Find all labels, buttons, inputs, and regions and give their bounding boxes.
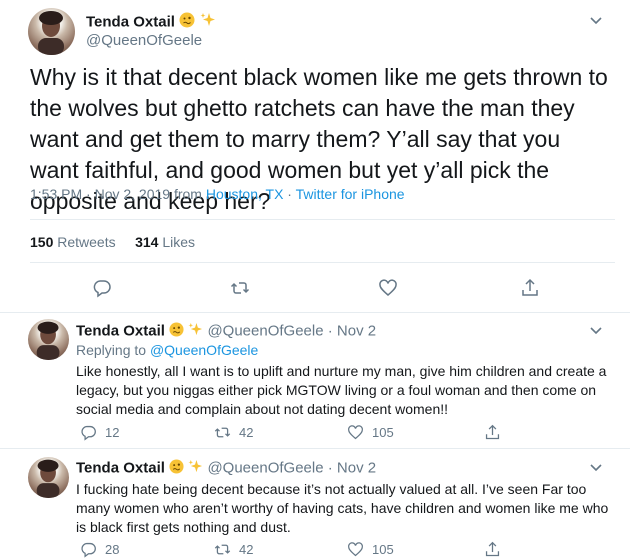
location-link[interactable]: Houston, TX [206,186,284,202]
like-action[interactable]: 105 [347,541,394,558]
replying-to: Replying to @QueenOfGeele [76,342,258,358]
sparkles-emoji [200,12,216,33]
likes-label: Likes [162,234,195,250]
reply-count: 28 [105,542,120,557]
share-action[interactable] [484,541,501,558]
woozy-face-emoji [169,322,184,341]
heart-icon [348,425,363,440]
handle[interactable]: @QueenOfGeele [86,32,202,49]
likes-count: 314 [135,234,159,250]
tweet-stats: 150 Retweets 314 Likes [30,234,195,250]
chevron-down-icon[interactable] [588,12,604,28]
avatar[interactable] [28,457,69,498]
retweets-count: 150 [30,234,54,250]
retweet-icon[interactable] [230,278,250,298]
handle[interactable]: @QueenOfGeele · Nov 2 [207,322,376,339]
reply-text: I fucking hate being decent because it’s… [76,481,609,535]
tweet-meta: 1:53 PM · Nov 2, 2019 from Houston, TX ·… [30,186,405,202]
chevron-down-icon[interactable] [588,322,604,338]
retweet-count: 42 [239,425,254,440]
reply-tweet[interactable]: Tenda Oxtail @QueenOfGeele · Nov 2 I fuc… [0,449,630,558]
retweets-stat[interactable]: 150 Retweets [30,234,116,250]
retweet-count: 42 [239,542,254,557]
retweets-label: Retweets [57,234,116,250]
like-count: 105 [372,425,394,440]
divider [30,219,615,220]
reply-action[interactable]: 12 [80,424,119,441]
share-icon [485,541,500,557]
like-count: 105 [372,542,394,557]
display-name[interactable]: Tenda Oxtail [76,459,165,476]
replying-handle-link[interactable]: @QueenOfGeele [150,342,258,358]
likes-stat[interactable]: 314 Likes [135,234,195,250]
avatar[interactable] [28,8,75,55]
reply-text: Like honestly, all I want is to uplift a… [76,363,607,417]
share-action[interactable] [484,424,501,441]
main-tweet: Tenda Oxtail @QueenOfGeele Why is it tha… [0,0,630,312]
heart-icon [348,542,363,557]
share-icon [485,424,500,440]
share-icon[interactable] [520,278,540,298]
retweet-icon [214,427,231,438]
avatar[interactable] [28,319,69,360]
retweet-icon [214,544,231,555]
divider [30,262,615,263]
reply-icon [81,425,96,441]
like-action[interactable]: 105 [347,424,394,441]
reply-count: 12 [105,425,120,440]
display-name[interactable]: Tenda Oxtail [76,322,165,339]
reply-icon [81,542,96,558]
woozy-face-emoji [179,12,195,33]
source-link[interactable]: Twitter for iPhone [296,186,405,202]
reply-tweet[interactable]: Tenda Oxtail @QueenOfGeele · Nov 2 Reply… [0,313,630,447]
reply-action[interactable]: 28 [80,541,119,558]
woozy-face-emoji [169,459,184,478]
meta-separator: · [283,186,296,202]
chevron-down-icon[interactable] [588,459,604,475]
display-name[interactable]: Tenda Oxtail [86,14,175,31]
replying-prefix: Replying to [76,342,150,358]
sparkles-emoji [188,322,203,341]
sparkles-emoji [188,459,203,478]
reply-icon[interactable] [92,278,112,298]
timestamp[interactable]: 1:53 PM · Nov 2, 2019 from [30,186,206,202]
heart-icon[interactable] [378,278,398,298]
retweet-action[interactable]: 42 [214,541,253,558]
retweet-action[interactable]: 42 [214,424,253,441]
handle[interactable]: @QueenOfGeele · Nov 2 [207,459,376,476]
